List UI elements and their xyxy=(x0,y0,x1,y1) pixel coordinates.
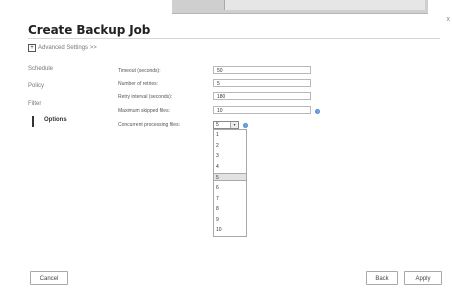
help-icon[interactable]: ? xyxy=(315,109,320,114)
concurrent-files-select[interactable]: 5 ▾ xyxy=(213,121,239,129)
advanced-settings-toggle[interactable]: + Advanced Settings >> xyxy=(28,44,97,52)
dropdown-option[interactable]: 9 xyxy=(214,216,246,224)
retries-label: Number of retries: xyxy=(118,81,159,87)
close-icon[interactable]: x xyxy=(447,16,451,23)
active-indicator xyxy=(32,116,34,127)
dropdown-option[interactable]: 2 xyxy=(214,142,246,150)
dropdown-option[interactable]: 10 xyxy=(214,226,246,234)
max-skipped-label: Maximum skipped files: xyxy=(118,108,170,114)
apply-button[interactable]: Apply xyxy=(404,271,442,285)
concurrent-files-dropdown: 1 2 3 4 5 6 7 8 9 10 xyxy=(213,129,247,237)
retries-input[interactable]: 5 xyxy=(213,79,311,87)
dropdown-option-selected[interactable]: 5 xyxy=(214,173,246,181)
sidebar-item-policy[interactable]: Policy xyxy=(28,83,44,89)
dropdown-option[interactable]: 8 xyxy=(214,205,246,213)
concurrent-files-value: 5 xyxy=(216,122,219,128)
dialog-title: Create Backup Job xyxy=(28,23,151,37)
dropdown-option[interactable]: 7 xyxy=(214,195,246,203)
sidebar-item-filter[interactable]: Filter xyxy=(28,101,41,107)
retry-interval-input[interactable]: 180 xyxy=(213,92,311,100)
dropdown-option[interactable]: 4 xyxy=(214,163,246,171)
dropdown-option[interactable]: 6 xyxy=(214,184,246,192)
back-button[interactable]: Back xyxy=(366,271,398,285)
retry-interval-label: Retry interval (seconds): xyxy=(118,94,173,100)
concurrent-files-label: Concurrent processing files: xyxy=(118,122,180,128)
dropdown-option[interactable]: 1 xyxy=(214,131,246,139)
cancel-button[interactable]: Cancel xyxy=(30,271,68,285)
chevron-down-icon[interactable]: ▾ xyxy=(230,122,238,128)
expand-icon[interactable]: + xyxy=(28,44,36,52)
advanced-settings-label[interactable]: Advanced Settings >> xyxy=(38,45,97,51)
title-divider xyxy=(28,38,440,39)
timeout-input[interactable]: 50 xyxy=(213,66,311,74)
sidebar-item-options[interactable]: Options xyxy=(44,117,67,123)
dropdown-option[interactable]: 3 xyxy=(214,152,246,160)
help-icon[interactable]: ? xyxy=(243,123,248,128)
background-window xyxy=(172,0,428,14)
sidebar-item-schedule[interactable]: Schedule xyxy=(28,66,53,72)
timeout-label: Timeout (seconds): xyxy=(118,68,161,74)
max-skipped-input[interactable]: 10 xyxy=(213,106,311,114)
background-window-field xyxy=(224,0,425,10)
